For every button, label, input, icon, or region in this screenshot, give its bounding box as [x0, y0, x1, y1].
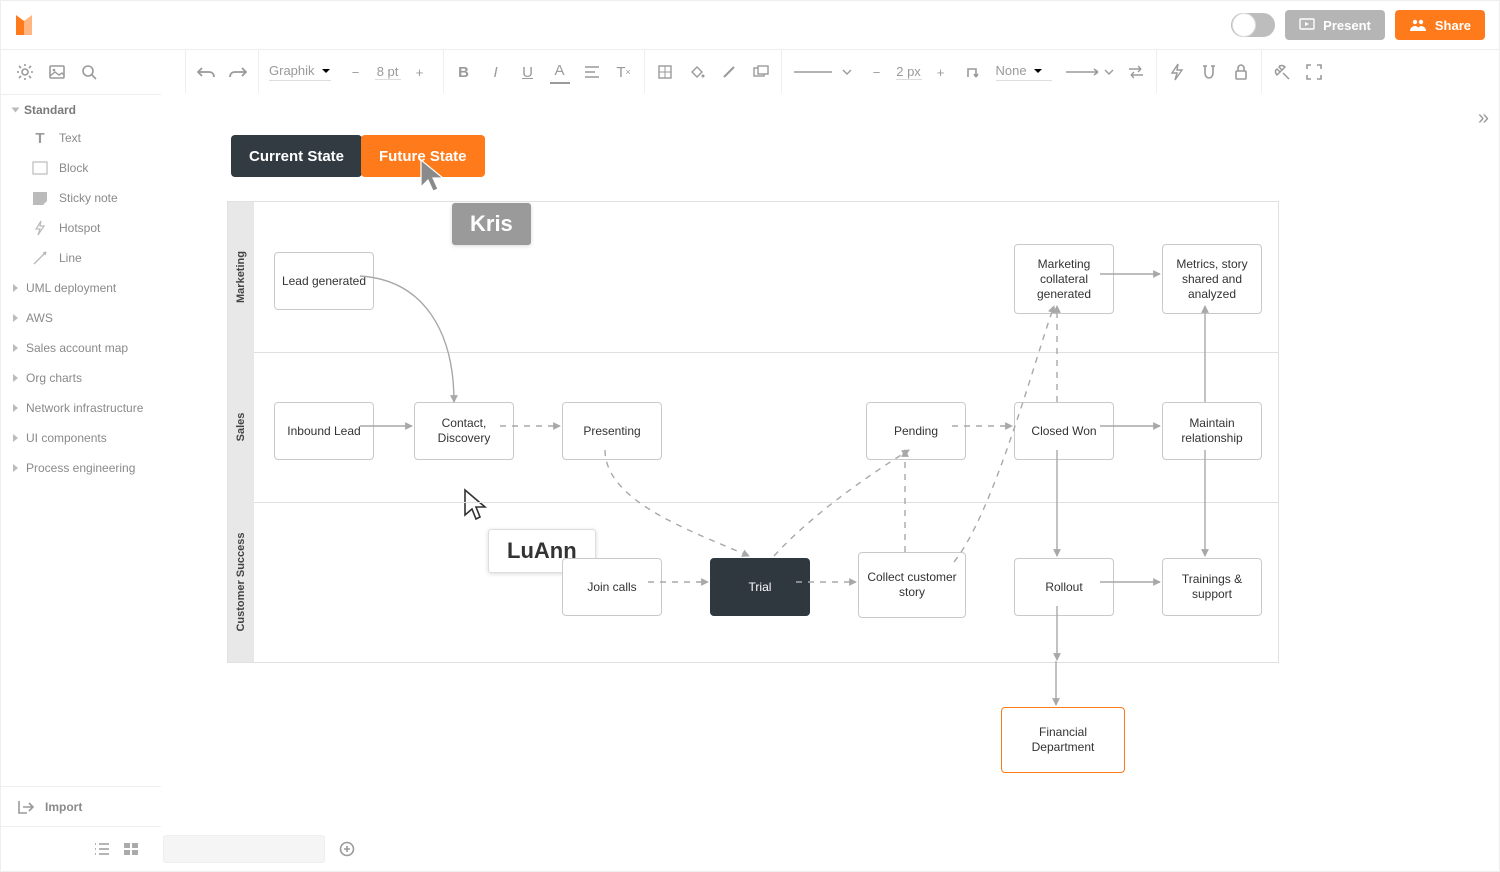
node-trial[interactable]: Trial: [710, 558, 810, 616]
fill-icon[interactable]: [655, 62, 675, 82]
lib-network[interactable]: Network infrastructure: [1, 393, 161, 423]
shape-text[interactable]: TText: [1, 123, 161, 153]
lib-sales[interactable]: Sales account map: [1, 333, 161, 363]
font-size-control[interactable]: − 8 pt +: [343, 64, 433, 80]
node-metrics-story[interactable]: Metrics, story shared and analyzed: [1162, 244, 1262, 314]
lib-uml[interactable]: UML deployment: [1, 273, 161, 303]
bottom-bar: [1, 826, 1499, 871]
lock-icon[interactable]: [1231, 62, 1251, 82]
node-trainings-support[interactable]: Trainings & support: [1162, 558, 1262, 616]
list-view-icon[interactable]: [93, 842, 111, 856]
lib-process[interactable]: Process engineering: [1, 453, 161, 483]
add-page-icon[interactable]: [337, 839, 357, 859]
grid-view-icon[interactable]: [123, 842, 139, 856]
canvas[interactable]: » Current State Future State Kris LuAnn …: [161, 93, 1499, 827]
node-join-calls[interactable]: Join calls: [562, 558, 662, 616]
text-color-icon[interactable]: A: [550, 61, 570, 84]
undo-icon[interactable]: [196, 62, 216, 82]
stroke-icon[interactable]: [719, 62, 739, 82]
app-root: Present Share Graphik − 8 pt: [0, 0, 1500, 872]
format-toolbar: Graphik − 8 pt + B I U A T× −: [1, 50, 1499, 95]
node-marketing-collateral[interactable]: Marketing collateral generated: [1014, 244, 1114, 314]
collab-toggle[interactable]: [1231, 13, 1275, 37]
font-family-select[interactable]: Graphik: [269, 63, 331, 81]
shapes-panel: Standard TText Block Sticky note Hotspot…: [1, 93, 162, 827]
lane-marketing[interactable]: Marketing Lead generated Marketing colla…: [228, 202, 1278, 353]
lib-ui[interactable]: UI components: [1, 423, 161, 453]
magnet-icon[interactable]: [1199, 62, 1219, 82]
shape-line[interactable]: Line: [1, 243, 161, 273]
swimlane-container[interactable]: Marketing Lead generated Marketing colla…: [227, 201, 1279, 663]
bucket-icon[interactable]: [687, 62, 707, 82]
wrench-icon[interactable]: [1272, 62, 1292, 82]
top-header: Present Share: [1, 1, 1499, 50]
line-shape-select[interactable]: [966, 62, 984, 82]
settings-icon[interactable]: [15, 62, 35, 82]
lane-customer-success[interactable]: Customer Success Join calls Trial Collec…: [228, 502, 1278, 662]
arrow-style-select[interactable]: [1064, 62, 1114, 82]
line-endpoint-select[interactable]: None: [996, 63, 1052, 81]
current-state-layer[interactable]: Current State: [231, 135, 362, 177]
shape-style-icon[interactable]: [751, 62, 771, 82]
lane-sales[interactable]: Sales Inbound Lead Contact, Discovery Pr…: [228, 352, 1278, 503]
underline-icon[interactable]: U: [518, 62, 538, 82]
node-closed-won[interactable]: Closed Won: [1014, 402, 1114, 460]
node-financial-department[interactable]: Financial Department: [1001, 707, 1125, 773]
node-rollout[interactable]: Rollout: [1014, 558, 1114, 616]
bold-icon[interactable]: B: [454, 62, 474, 82]
node-inbound-lead[interactable]: Inbound Lead: [274, 402, 374, 460]
standard-section[interactable]: Standard: [1, 93, 161, 123]
share-button[interactable]: Share: [1395, 10, 1485, 40]
align-icon[interactable]: [582, 62, 602, 82]
shape-hotspot[interactable]: Hotspot: [1, 213, 161, 243]
swap-arrows-icon[interactable]: [1126, 62, 1146, 82]
redo-icon[interactable]: [228, 62, 248, 82]
line-style-select[interactable]: [792, 62, 852, 82]
page-tab[interactable]: [163, 835, 325, 863]
node-contact-discovery[interactable]: Contact, Discovery: [414, 402, 514, 460]
future-state-layer[interactable]: Future State: [361, 135, 485, 177]
shape-sticky-note[interactable]: Sticky note: [1, 183, 161, 213]
share-label: Share: [1435, 18, 1471, 33]
clear-format-icon[interactable]: T×: [614, 62, 634, 82]
italic-icon[interactable]: I: [486, 62, 506, 82]
arrow-to-financial: [1049, 661, 1063, 709]
stroke-width-control[interactable]: − 2 px +: [864, 64, 954, 80]
bolt-icon[interactable]: [1167, 62, 1187, 82]
present-label: Present: [1323, 18, 1371, 33]
node-maintain-relationship[interactable]: Maintain relationship: [1162, 402, 1262, 460]
node-collect-story[interactable]: Collect customer story: [858, 552, 966, 618]
shape-block[interactable]: Block: [1, 153, 161, 183]
node-presenting[interactable]: Presenting: [562, 402, 662, 460]
present-button[interactable]: Present: [1285, 10, 1385, 40]
collapse-right-icon[interactable]: »: [1478, 107, 1489, 130]
expand-icon[interactable]: [1304, 62, 1324, 82]
search-icon[interactable]: [79, 62, 99, 82]
node-lead-generated[interactable]: Lead generated: [274, 252, 374, 310]
lib-org[interactable]: Org charts: [1, 363, 161, 393]
lucid-logo[interactable]: [15, 13, 33, 37]
lib-aws[interactable]: AWS: [1, 303, 161, 333]
node-pending[interactable]: Pending: [866, 402, 966, 460]
image-icon[interactable]: [47, 62, 67, 82]
